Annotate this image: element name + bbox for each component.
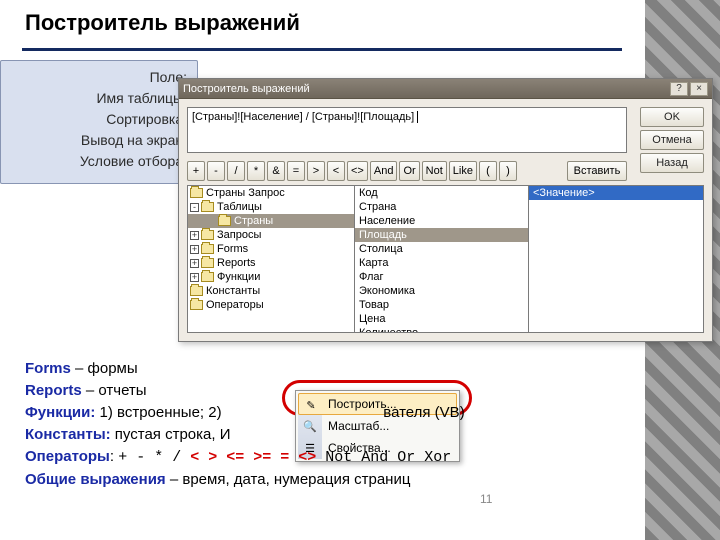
expand-icon[interactable]: +	[190, 245, 199, 254]
folder-icon	[201, 272, 214, 282]
op-amp[interactable]: &	[267, 161, 285, 181]
collapse-icon[interactable]: -	[190, 203, 199, 212]
help-button[interactable]: ?	[670, 82, 688, 96]
list-item: Цена	[355, 312, 528, 326]
op-like[interactable]: Like	[449, 161, 477, 181]
folder-icon	[190, 188, 203, 198]
window-title: Построитель выражений	[183, 83, 310, 95]
op-lparen[interactable]: (	[479, 161, 497, 181]
list-item: Столица	[355, 242, 528, 256]
notes-block: Forms – формы Reports – отчеты Функции: …	[25, 358, 465, 491]
op-mul[interactable]: *	[247, 161, 265, 181]
op-and[interactable]: And	[370, 161, 398, 181]
browser-panes: Страны Запрос -Таблицы Страны +Запросы +…	[187, 185, 704, 333]
folder-icon	[201, 230, 214, 240]
slide-title: Построитель выражений	[25, 10, 300, 36]
tree-item-selected: Страны	[188, 214, 354, 228]
list-item: Население	[355, 214, 528, 228]
query-design-labels: Поле: Имя таблицы: Сортировка: Вывод на …	[0, 60, 198, 184]
tree-item: +Функции	[188, 270, 354, 284]
fields-list[interactable]: Код Страна Население Площадь Столица Кар…	[354, 185, 529, 333]
op-eq[interactable]: =	[287, 161, 305, 181]
insert-button[interactable]: Вставить	[567, 161, 627, 181]
op-neq[interactable]: <>	[347, 161, 368, 181]
list-item: Экономика	[355, 284, 528, 298]
op-or[interactable]: Or	[399, 161, 419, 181]
op-not[interactable]: Not	[422, 161, 447, 181]
folder-icon	[218, 216, 231, 226]
close-button[interactable]: ×	[690, 82, 708, 96]
label-field: Поле:	[1, 67, 187, 88]
titlebar[interactable]: Построитель выражений ? ×	[179, 79, 712, 99]
list-item: Страна	[355, 200, 528, 214]
folder-icon	[201, 202, 214, 212]
tree-item: Операторы	[188, 298, 354, 312]
label-sort: Сортировка:	[1, 109, 187, 130]
op-div[interactable]: /	[227, 161, 245, 181]
expression-input[interactable]: [Страны]![Население] / [Страны]![Площадь…	[187, 107, 627, 153]
ok-button[interactable]: OK	[640, 107, 704, 127]
folder-icon	[201, 244, 214, 254]
expand-icon[interactable]: +	[190, 273, 199, 282]
expression-text: [Страны]![Население] / [Страны]![Площадь…	[192, 111, 414, 123]
list-item: Количество	[355, 326, 528, 333]
op-plus[interactable]: +	[187, 161, 205, 181]
label-criteria: Условие отбора:	[1, 151, 187, 172]
tree-item: +Forms	[188, 242, 354, 256]
op-rparen[interactable]: )	[499, 161, 517, 181]
title-underline	[22, 48, 622, 51]
op-minus[interactable]: -	[207, 161, 225, 181]
list-item-selected: <Значение>	[529, 186, 703, 200]
label-show: Вывод на экран:	[1, 130, 187, 151]
tree-item: +Запросы	[188, 228, 354, 242]
cancel-button[interactable]: Отмена	[640, 130, 704, 150]
tree-item: -Таблицы	[188, 200, 354, 214]
folder-icon	[190, 300, 203, 310]
expression-builder-window: Построитель выражений ? × [Страны]![Насе…	[178, 78, 713, 342]
tree-item: Константы	[188, 284, 354, 298]
values-list[interactable]: <Значение>	[528, 185, 704, 333]
category-tree[interactable]: Страны Запрос -Таблицы Страны +Запросы +…	[187, 185, 355, 333]
tree-item: +Reports	[188, 256, 354, 270]
list-item: Флаг	[355, 270, 528, 284]
list-item-selected: Площадь	[355, 228, 528, 242]
op-gt[interactable]: >	[307, 161, 325, 181]
list-item: Карта	[355, 256, 528, 270]
list-item: Товар	[355, 298, 528, 312]
label-table: Имя таблицы:	[1, 88, 187, 109]
operator-row: + - / * & = > < <> And Or Not Like ( )	[187, 161, 517, 181]
folder-icon	[201, 258, 214, 268]
page-number: 11	[480, 492, 492, 506]
back-button[interactable]: Назад	[640, 153, 704, 173]
list-item: Код	[355, 186, 528, 200]
folder-icon	[190, 286, 203, 296]
expand-icon[interactable]: +	[190, 231, 199, 240]
expand-icon[interactable]: +	[190, 259, 199, 268]
tree-item: Страны Запрос	[188, 186, 354, 200]
op-lt[interactable]: <	[327, 161, 345, 181]
